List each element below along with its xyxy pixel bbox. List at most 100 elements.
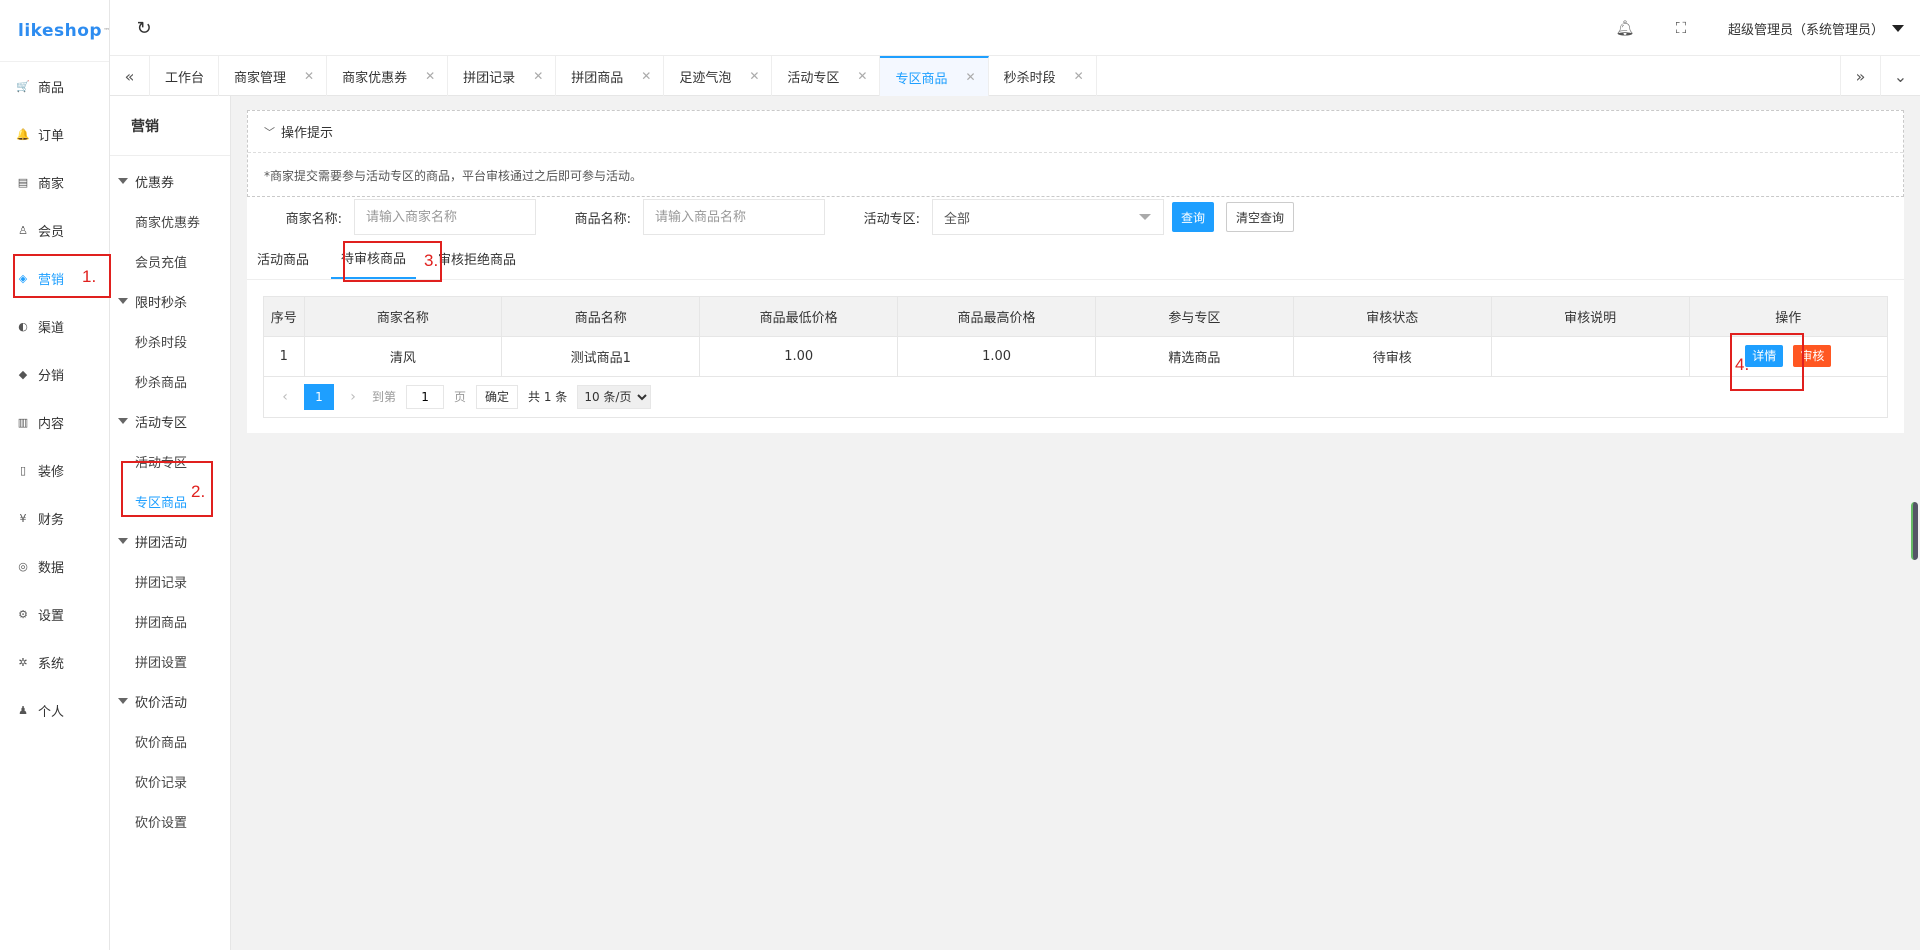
user-icon: ♙ bbox=[18, 223, 28, 237]
table-cell: 测试商品1 bbox=[501, 336, 701, 377]
close-icon[interactable]: ✕ bbox=[966, 70, 976, 84]
caret-down-icon bbox=[118, 538, 128, 544]
sidebar-item-11[interactable]: ⚙ 设置 bbox=[0, 590, 109, 638]
sidebar-item-0[interactable]: 🛒 商品 bbox=[0, 62, 109, 110]
tab-5[interactable]: 足迹气泡 ✕ bbox=[664, 56, 773, 96]
tab-1[interactable]: 商家管理 ✕ bbox=[219, 56, 328, 96]
sidebar-item-label: 渠道 bbox=[38, 320, 65, 336]
submenu-item[interactable]: 秒杀商品 bbox=[110, 361, 230, 401]
area-select[interactable]: 全部 bbox=[932, 199, 1164, 235]
tips-header[interactable]: ﹀ 操作提示 bbox=[248, 111, 1903, 153]
close-icon[interactable]: ✕ bbox=[533, 69, 543, 83]
tab-0[interactable]: 工作台 bbox=[150, 56, 220, 96]
submenu-item[interactable]: 会员充值 bbox=[110, 241, 230, 281]
table-cell: 待审核 bbox=[1293, 336, 1492, 377]
column-header: 商家名称 bbox=[304, 297, 503, 337]
chevron-down-icon: ﹀ bbox=[264, 125, 275, 139]
submenu-item[interactable]: 砍价设置 bbox=[110, 801, 230, 841]
page-input[interactable] bbox=[406, 384, 445, 409]
page-confirm-button[interactable]: 确定 bbox=[476, 384, 519, 409]
sidebar-item-12[interactable]: ✲ 系统 bbox=[0, 638, 109, 686]
sidebar-item-10[interactable]: ◎ 数据 bbox=[0, 542, 109, 590]
tab-label: 拼团记录 bbox=[463, 70, 516, 86]
close-icon[interactable]: ✕ bbox=[641, 69, 651, 83]
tab-active-goods[interactable]: 活动商品 bbox=[247, 237, 319, 279]
column-header: 商品最低价格 bbox=[699, 297, 899, 337]
submenu-item[interactable]: 砍价记录 bbox=[110, 761, 230, 801]
tab-label: 活动专区 bbox=[787, 70, 840, 86]
tab-7[interactable]: 专区商品 ✕ bbox=[880, 56, 989, 96]
scrollbar-thumb[interactable] bbox=[1911, 502, 1918, 560]
submenu-group[interactable]: 拼团活动 bbox=[110, 521, 230, 561]
tab-rejected-goods[interactable]: 审核拒绝商品 bbox=[428, 237, 526, 279]
tab-label: 商家优惠券 bbox=[342, 70, 408, 86]
close-icon[interactable]: ✕ bbox=[857, 69, 867, 83]
query-button[interactable]: 查询 bbox=[1172, 202, 1215, 232]
sidebar-item-label: 设置 bbox=[38, 608, 65, 624]
submenu-group[interactable]: 活动专区 bbox=[110, 401, 230, 441]
user-caret-icon[interactable] bbox=[1892, 24, 1904, 32]
close-icon[interactable]: ✕ bbox=[1074, 69, 1084, 83]
top-header: ↻ 🔔︎ ⛶ 超级管理员（系统管理员） bbox=[110, 0, 1920, 56]
tips-text: *商家提交需要参与活动专区的商品，平台审核通过之后即可参与活动。 bbox=[264, 168, 643, 183]
sidebar-item-9[interactable]: ¥ 财务 bbox=[0, 494, 109, 542]
submenu-item[interactable]: 拼团记录 bbox=[110, 561, 230, 601]
close-icon[interactable]: ✕ bbox=[304, 69, 314, 83]
submenu-item[interactable]: 秒杀时段 bbox=[110, 321, 230, 361]
sidebar-item-3[interactable]: ♙ 会员 bbox=[0, 206, 109, 254]
shop-name-input[interactable] bbox=[354, 199, 536, 235]
submenu-item[interactable]: 商家优惠券 bbox=[110, 201, 230, 241]
tab-4[interactable]: 拼团商品 ✕ bbox=[556, 56, 665, 96]
tab-3[interactable]: 拼团记录 ✕ bbox=[448, 56, 557, 96]
channel-icon: ◐ bbox=[18, 319, 28, 333]
user-name[interactable]: 超级管理员（系统管理员） bbox=[1728, 19, 1884, 38]
fullscreen-icon[interactable]: ⛶ bbox=[1672, 19, 1690, 37]
sidebar-item-13[interactable]: ♟ 个人 bbox=[0, 686, 109, 734]
close-icon[interactable]: ✕ bbox=[425, 69, 435, 83]
clear-button[interactable]: 清空查询 bbox=[1226, 202, 1295, 232]
goods-name-input[interactable] bbox=[643, 199, 825, 235]
cart-icon: 🛒 bbox=[16, 79, 30, 93]
bell-icon[interactable]: 🔔︎ bbox=[1615, 19, 1634, 37]
tab-6[interactable]: 活动专区 ✕ bbox=[772, 56, 881, 96]
caret-down-icon bbox=[118, 178, 128, 184]
tabs-menu-icon[interactable]: ⌄ bbox=[1880, 56, 1920, 96]
page-size-select[interactable]: 10 条/页 bbox=[577, 384, 652, 409]
tab-label: 工作台 bbox=[165, 70, 205, 86]
tab-label: 拼团商品 bbox=[571, 70, 624, 86]
tab-2[interactable]: 商家优惠券 ✕ bbox=[327, 56, 449, 96]
sidebar-item-7[interactable]: ▥ 内容 bbox=[0, 398, 109, 446]
column-header: 审核状态 bbox=[1293, 297, 1492, 337]
submenu-item[interactable]: 砍价商品 bbox=[110, 721, 230, 761]
refresh-icon[interactable]: ↻ bbox=[134, 18, 154, 39]
submenu-group[interactable]: 优惠券 bbox=[110, 161, 230, 201]
tab-8[interactable]: 秒杀时段 ✕ bbox=[989, 56, 1097, 96]
close-icon[interactable]: ✕ bbox=[749, 69, 759, 83]
sidebar-item-8[interactable]: ▯ 装修 bbox=[0, 446, 109, 494]
sidebar-item-label: 订单 bbox=[38, 128, 65, 144]
sub-menu: 营销 优惠券 商家优惠券 会员充值 限时秒杀 秒杀时段 秒杀商品 活动专区 活动专区 专区商品拼… bbox=[110, 96, 231, 950]
next-page-icon[interactable]: › bbox=[342, 389, 364, 405]
sidebar-item-label: 数据 bbox=[38, 560, 65, 576]
sidebar-item-5[interactable]: ◐ 渠道 bbox=[0, 302, 109, 350]
caret-down-icon bbox=[118, 418, 128, 424]
shop-name-label: 商家名称: bbox=[285, 211, 342, 227]
submenu-group[interactable]: 砍价活动 bbox=[110, 681, 230, 721]
tabs-prev-icon[interactable]: « bbox=[110, 56, 150, 96]
submenu-group[interactable]: 限时秒杀 bbox=[110, 281, 230, 321]
table-cell: 1 bbox=[264, 336, 305, 377]
submenu-item[interactable]: 拼团设置 bbox=[110, 641, 230, 681]
sidebar-item-6[interactable]: ◆ 分销 bbox=[0, 350, 109, 398]
sidebar-item-label: 内容 bbox=[38, 416, 65, 432]
submenu-group-label: 砍价活动 bbox=[135, 695, 188, 711]
status-tabs: 活动商品 待审核商品 审核拒绝商品 bbox=[247, 238, 1904, 280]
tabs-next-icon[interactable]: » bbox=[1840, 56, 1880, 96]
gear-icon: ⚙ bbox=[18, 607, 28, 621]
sidebar-item-2[interactable]: ▤ 商家 bbox=[0, 158, 109, 206]
logo: likeshop ™ bbox=[0, 0, 110, 62]
sidebar-item-1[interactable]: 🔔 订单 bbox=[0, 110, 109, 158]
current-page[interactable]: 1 bbox=[304, 383, 334, 410]
submenu-item[interactable]: 拼团商品 bbox=[110, 601, 230, 641]
prev-page-icon[interactable]: ‹ bbox=[274, 389, 296, 405]
search-form: 商家名称: 商品名称: 活动专区: 全部 查询 清空查询 bbox=[247, 199, 1904, 235]
